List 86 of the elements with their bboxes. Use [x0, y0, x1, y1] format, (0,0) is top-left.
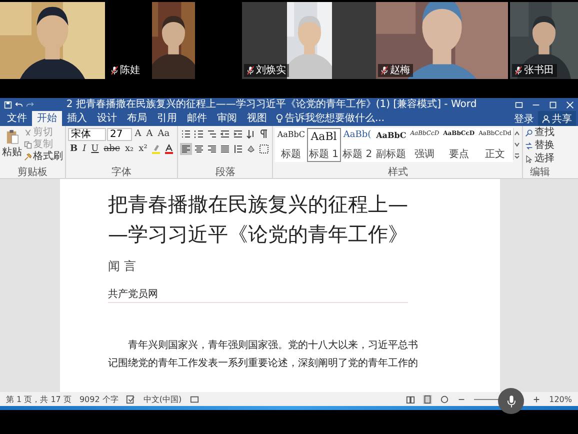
ribbon-tab[interactable]: 插入 — [62, 111, 92, 126]
participant-name: 陈娃 — [120, 65, 140, 76]
redo-icon[interactable] — [26, 100, 34, 108]
undo-icon[interactable] — [15, 100, 23, 108]
format-button[interactable]: x² — [136, 143, 150, 155]
font-button[interactable]: A — [144, 128, 155, 140]
style-item[interactable]: AaBb( 标题 2 — [340, 128, 374, 162]
ribbon-tab[interactable]: 布局 — [122, 111, 152, 126]
read-mode-icon[interactable] — [406, 394, 416, 404]
language-indicator[interactable]: 中文(中国) — [143, 394, 182, 404]
scissors-icon — [24, 129, 32, 137]
tell-me-field[interactable]: 告诉我您想要做什么... — [285, 111, 385, 126]
search-icon — [525, 129, 534, 137]
ribbon-tab[interactable]: 审阅 — [212, 111, 242, 126]
web-layout-icon[interactable] — [440, 394, 450, 404]
format-button[interactable]: U — [89, 143, 101, 155]
align-left-icon[interactable] — [180, 143, 192, 155]
gallery-scroll-icon[interactable] — [513, 128, 520, 160]
replace-button[interactable]: 替换 — [525, 140, 554, 152]
font-button[interactable]: Aa — [156, 128, 172, 140]
select-button[interactable]: 选择 — [525, 153, 554, 165]
word-count: 9092 个字 — [79, 394, 118, 404]
copy-icon — [24, 141, 32, 149]
group-label: 编辑 — [530, 167, 550, 178]
source-line: 共产党员网 — [108, 289, 159, 301]
borders-icon[interactable] — [258, 143, 270, 155]
ribbon-display-icon[interactable] — [515, 100, 523, 108]
zoom-in-icon[interactable] — [532, 394, 542, 404]
decrease-indent-icon[interactable] — [219, 128, 232, 140]
zoom-level[interactable]: 120% — [549, 394, 572, 404]
find-button[interactable]: 查找 — [525, 127, 554, 139]
paste-button[interactable]: 粘贴 — [2, 127, 22, 167]
maximize-icon[interactable] — [549, 100, 557, 108]
ribbon-tab[interactable]: 邮件 — [182, 111, 212, 126]
ribbon-tab[interactable]: 文件 — [2, 111, 32, 126]
font-button[interactable]: A — [132, 128, 144, 140]
format-button[interactable]: I — [80, 143, 88, 155]
style-item[interactable]: AaBbC 副标题 — [374, 128, 408, 162]
align-center-icon[interactable] — [193, 143, 206, 155]
ribbon-tab[interactable]: 视图 — [242, 111, 272, 126]
format-button[interactable]: B — [68, 143, 80, 155]
document-title-line: 把青春播撒在民族复兴的征程上— — [108, 191, 409, 218]
align-right-icon[interactable] — [206, 143, 218, 155]
body-text-line: 记围绕党的青年工作发表一系列重要论述，深刻阐明了党的青年工作的 — [108, 356, 419, 371]
person-icon — [542, 114, 550, 122]
sign-in-link[interactable]: 登录 — [510, 111, 538, 126]
style-item[interactable]: AaBbC 标题 — [275, 128, 307, 162]
page-count: 第 1 页，共 17 页 — [6, 394, 72, 404]
mic-icon — [506, 394, 516, 408]
bullet-list-icon[interactable] — [180, 128, 192, 140]
ribbon-tab[interactable]: 开始 — [32, 111, 62, 126]
window-title: 2 把青春播撒在民族复兴的征程上——学习习近平《论党的青年工作》(1) [兼容模式] - Word — [65, 98, 478, 110]
group-label: 样式 — [388, 167, 408, 178]
close-icon[interactable] — [566, 100, 574, 108]
participant-name: 赵梅 — [390, 65, 410, 76]
justify-icon[interactable] — [219, 143, 232, 155]
lightbulb-icon — [276, 114, 283, 123]
font-size-field[interactable]: 27 — [107, 128, 132, 140]
clipboard-icon — [6, 129, 18, 145]
participant-name: 张书田 — [524, 65, 554, 76]
format-button[interactable]: x₂ — [122, 143, 136, 155]
increase-indent-icon[interactable] — [232, 128, 244, 140]
multilevel-list-icon[interactable] — [206, 128, 218, 140]
font-family-field[interactable]: 宋体 — [68, 128, 106, 140]
save-icon[interactable] — [4, 100, 12, 108]
ribbon-tab[interactable]: 引用 — [152, 111, 182, 126]
format-painter-button[interactable]: 格式刷 — [24, 151, 63, 163]
participant-name: 刘焕实 — [256, 65, 286, 76]
replace-icon — [525, 142, 534, 150]
group-label: 剪贴板 — [18, 167, 48, 178]
share-button[interactable]: 共享 — [538, 111, 576, 126]
group-label: 段落 — [215, 167, 236, 178]
ribbon-tab[interactable]: 设计 — [92, 111, 122, 126]
author-line: 闻 言 — [108, 259, 137, 273]
line-spacing-icon[interactable] — [232, 143, 244, 155]
macro-icon[interactable] — [190, 394, 199, 404]
font-color-icon[interactable] — [163, 143, 176, 155]
style-item[interactable]: AaBl 标题 1 — [306, 128, 341, 162]
group-label: 字体 — [112, 167, 132, 178]
cursor-icon — [525, 155, 534, 163]
format-button[interactable]: abc — [102, 143, 122, 155]
print-layout-icon[interactable] — [423, 394, 432, 404]
proofing-icon[interactable] — [126, 394, 136, 404]
document-title-line: —学习习近平《论党的青年工作》 — [108, 221, 409, 248]
numbered-list-icon[interactable] — [193, 128, 206, 140]
body-text-line: 青年兴则国家兴，青年强则国家强。党的十八大以来，习近平总书 — [127, 338, 419, 353]
